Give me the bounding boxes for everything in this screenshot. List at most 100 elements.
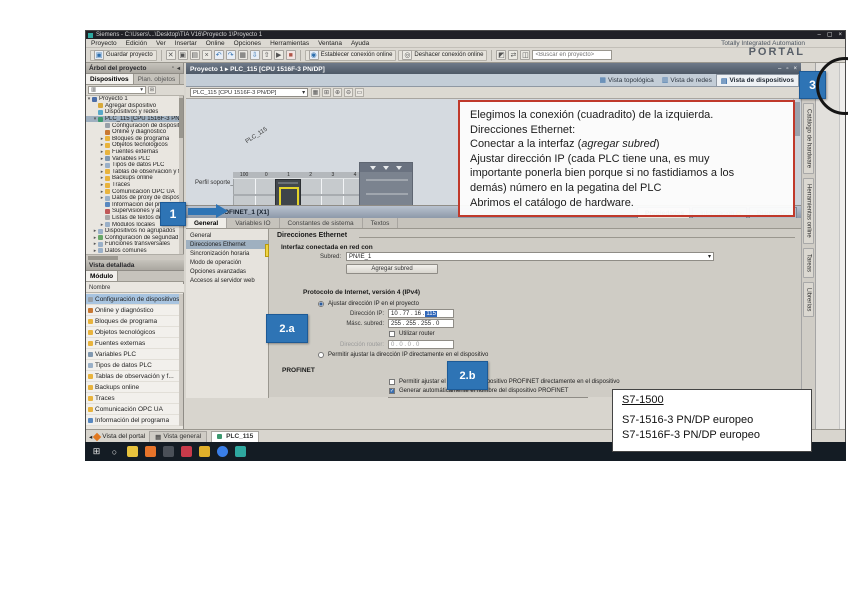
search-icon[interactable]: ○ [109,446,120,457]
list-item[interactable]: Tipos de datos PLC [86,360,180,371]
use-router-checkbox[interactable] [389,331,395,337]
task-card-libraries[interactable]: Librerías [803,281,814,318]
list-item[interactable]: Información del programa [86,415,180,426]
app-icon-4[interactable] [199,446,210,457]
tree-item[interactable]: Dispositivos y redes [86,109,180,116]
split-editor-icon[interactable]: ◫ [520,50,531,60]
general-tab[interactable]: Variables IO [227,218,280,228]
menu-item[interactable]: Ver [156,40,166,47]
ip-address-field[interactable]: 10 . 77 . 16 . 115 [388,309,454,318]
tree-item[interactable]: ▸ Comunicación OPC UA [86,188,180,195]
list-item[interactable]: Tablas de observación y f... [86,371,180,382]
inspector-nav-item[interactable]: Sincronización horaria [186,249,268,258]
task-card-tasks[interactable]: Tareas [803,247,814,278]
detail-scrollbar[interactable] [179,294,183,426]
tree-options-icon[interactable]: ⊞ [148,86,156,94]
radio-ip-on-device[interactable] [318,352,324,358]
tree-item[interactable]: ▸ Traces [86,182,180,189]
app-icon-5[interactable] [217,446,228,457]
app-icon-2[interactable] [163,446,174,457]
go-offline-button[interactable]: ◎ Deshacer conexión online [398,49,488,61]
accessible-devices-icon[interactable]: ◩ [496,50,507,60]
list-item[interactable]: Traces [86,393,180,404]
menu-item[interactable]: Ayuda [351,40,369,47]
inspector-nav-item[interactable]: Opciones avanzadas [186,267,268,276]
app-icon-3[interactable] [181,446,192,457]
fit-page-icon[interactable]: ▭ [355,88,364,97]
tree-item[interactable]: ▸ Objetos tecnológicos [86,142,180,149]
inspector-nav-item[interactable]: Accesos al servidor web [186,276,268,285]
tree-tab[interactable]: Dispositivos [86,74,134,84]
tree-item[interactable]: ▸ Funciones transversales [86,241,180,248]
tree-filter-combo[interactable]: ▥ ▾ [88,86,146,94]
show-grid-icon[interactable]: ▦ [311,88,320,97]
open-editor-tab[interactable]: PLC_115 [211,430,260,443]
tree-item[interactable]: ▸ Datos de proxy de dispositivo [86,195,180,202]
tree-item[interactable]: ▾ PLC_115 [CPU 1516F-3 PN/DP] [86,115,180,123]
overview-tab[interactable]: ▦ Vista general [149,430,208,443]
list-item[interactable]: Variables PLC [86,349,180,360]
tree-tab[interactable]: Plan. objetos [134,74,181,84]
tree-item[interactable]: ▸ Fuentes externas [86,149,180,156]
copy-icon[interactable]: ▣ [177,50,188,60]
pin-icon[interactable]: ▫ [172,65,174,72]
subnet-mask-field[interactable]: 255 . 255 . 255 . 0 [388,319,454,328]
list-item[interactable]: Backups online [86,382,180,393]
start-cpu-icon[interactable]: ▶ [273,50,284,60]
maximize-button[interactable]: ▢ [827,31,833,39]
router-address-field[interactable]: 0 . 0 . 0 . 0 [388,340,454,349]
tree-scrollbar[interactable] [179,96,183,254]
tree-item[interactable]: ▾ Proyecto 1 [86,96,180,103]
chevron-down-icon[interactable] [369,165,376,170]
menu-item[interactable]: Herramientas [270,40,309,47]
upload-from-device-icon[interactable]: ⇧ [261,50,272,60]
add-subnet-button[interactable]: Agregar subred [346,264,438,274]
inspector-nav-item[interactable]: Modo de operación [186,258,268,267]
device-select[interactable]: PLC_115 [CPU 1516F-3 PN/DP] ▾ [190,88,308,97]
list-item[interactable]: Configuración de dispositivos [86,294,180,305]
list-item[interactable]: Online y diagnóstico [86,305,180,316]
general-tab[interactable]: Constantes de sistema [280,218,363,228]
save-project-button[interactable]: ▣ Guardar proyecto [90,49,157,61]
stop-cpu-icon[interactable]: ■ [285,50,296,60]
compile-icon[interactable]: ▦ [237,50,248,60]
pane-float-icon[interactable]: ▫ [786,66,788,72]
tag-table-icon[interactable]: ⊞ [322,88,331,97]
paste-icon[interactable]: ▤ [189,50,200,60]
profinet-name-field[interactable]: plc_115 [388,397,588,398]
chevron-down-icon[interactable] [382,165,389,170]
detail-tab-module[interactable]: Módulo [86,271,119,281]
view-tab[interactable]: ▤ Vista de dispositivos [715,74,799,86]
tree-item[interactable]: ▸ Variables PLC [86,155,180,162]
go-online-button[interactable]: ◉ Establecer conexión online [304,49,397,61]
menu-item[interactable]: Insertar [175,40,197,47]
pane-minimize-icon[interactable]: – [778,66,781,72]
pane-close-icon[interactable]: × [793,66,797,72]
menu-item[interactable]: Proyecto [91,40,117,47]
tree-item[interactable]: Configuración de dispositivos [86,122,180,129]
zoom-out-icon[interactable]: ⊖ [344,88,353,97]
cross-references-icon[interactable]: ⇄ [508,50,519,60]
task-card-online-tools[interactable]: Herramientas online [803,178,814,244]
breadcrumb[interactable]: Proyecto 1 ▸ PLC_115 [CPU 1516F-3 PN/DP]… [186,63,801,74]
menu-item[interactable]: Opciones [234,40,261,47]
project-search-input[interactable] [532,50,613,60]
tree-item[interactable]: Online y diagnóstico [86,129,180,136]
list-item[interactable]: Bloques de programa [86,316,180,327]
set-name-on-device-checkbox[interactable] [389,379,395,385]
undo-icon[interactable]: ↶ [213,50,224,60]
menu-item[interactable]: Edición [126,40,147,47]
view-tab[interactable]: ▦ Vista topológica [595,74,657,86]
list-item[interactable]: Fuentes externas [86,338,180,349]
menu-item[interactable]: Ventana [318,40,342,47]
task-card-hardware-catalog[interactable]: Catálogo de hardware [803,103,814,175]
view-tab[interactable]: ▥ Vista de redes [658,74,716,86]
tree-item[interactable]: ▸ Tablas de observación y forzado... [86,169,180,176]
start-icon[interactable]: ⊞ [91,446,102,457]
inspector-nav-item[interactable]: Direcciones Ethernet [186,240,268,249]
list-item[interactable]: Comunicación OPC UA [86,404,180,415]
zoom-in-icon[interactable]: ⊕ [333,88,342,97]
cut-icon[interactable]: ✕ [165,50,176,60]
tree-item[interactable]: ▸ Bloques de programa [86,136,180,143]
list-item[interactable]: Objetos tecnológicos [86,327,180,338]
